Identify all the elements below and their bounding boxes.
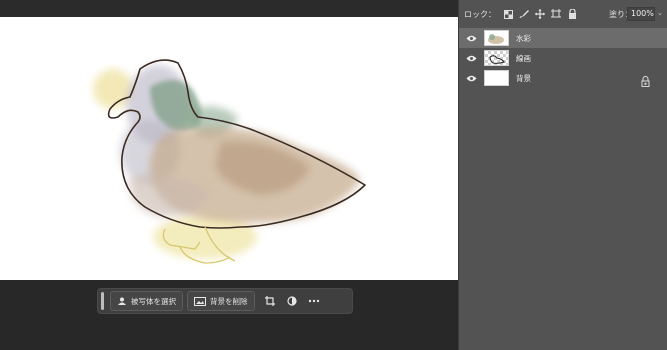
layer-thumbnail <box>484 70 509 86</box>
layer-name: 背景 <box>516 74 531 83</box>
more-icon[interactable] <box>303 291 325 311</box>
layer-thumbnail <box>484 30 509 46</box>
select-subject-button[interactable]: 被写体を選択 <box>110 291 183 311</box>
document-workspace: 被写体を選択 背景を削除 <box>0 0 458 350</box>
contextual-task-bar: 被写体を選択 背景を削除 <box>97 288 353 314</box>
drag-handle[interactable] <box>101 292 104 310</box>
adjustment-icon[interactable] <box>281 291 303 311</box>
lock-artboard-icon[interactable] <box>548 7 564 21</box>
remove-background-label: 背景を削除 <box>210 296 248 306</box>
select-subject-icon <box>117 296 127 306</box>
eye-icon[interactable] <box>465 33 477 43</box>
remove-background-icon <box>194 296 206 306</box>
select-subject-label: 被写体を選択 <box>131 296 176 306</box>
lock-transparent-pixels-icon[interactable] <box>500 7 516 21</box>
eye-icon[interactable] <box>465 53 477 63</box>
layer-name: 水彩 <box>516 34 531 43</box>
eye-icon[interactable] <box>465 73 477 83</box>
document-canvas[interactable] <box>0 17 458 280</box>
fill-input[interactable]: 100% <box>627 7 655 21</box>
lock-all-icon[interactable] <box>564 7 580 21</box>
transform-icon[interactable] <box>259 291 281 311</box>
lock-label: ロック： <box>464 9 496 19</box>
layer-row-background[interactable]: 背景 <box>459 68 667 88</box>
lock-position-icon[interactable] <box>532 7 548 21</box>
layer-row-line-art[interactable]: 線画 <box>459 48 667 68</box>
layer-thumbnail <box>484 50 509 66</box>
chevron-down-icon[interactable]: ⌄ <box>657 9 663 17</box>
document-tab-strip <box>0 0 458 17</box>
remove-background-button[interactable]: 背景を削除 <box>187 291 255 311</box>
lock-icon[interactable] <box>641 72 650 91</box>
lock-image-pixels-icon[interactable] <box>516 7 532 21</box>
layer-row-watercolor[interactable]: 水彩 <box>459 28 667 48</box>
layers-panel: ロック： 塗り： 100% ⌄ 水彩 線画 背景 <box>458 0 667 350</box>
duck-artwork <box>93 59 366 264</box>
layer-name: 線画 <box>516 54 531 63</box>
